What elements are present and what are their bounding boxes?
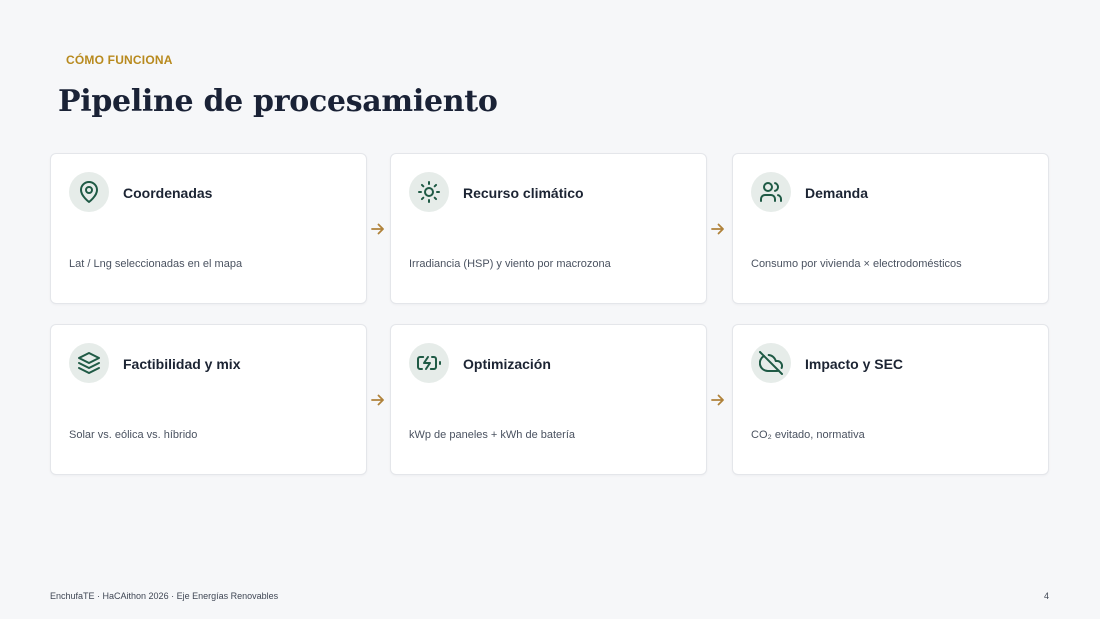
- step-description: Solar vs. eólica vs. híbrido: [69, 429, 198, 441]
- step-description: Irradiancia (HSP) y viento por macrozona: [409, 258, 611, 270]
- arrow-right-icon: [711, 394, 724, 406]
- cloud-off-icon: [751, 343, 791, 383]
- arrow-right-icon: [371, 394, 384, 406]
- step-card-factibilidad: Factibilidad y mix Solar vs. eólica vs. …: [50, 324, 367, 475]
- step-title: Factibilidad y mix: [123, 356, 241, 372]
- step-title: Demanda: [805, 185, 869, 201]
- step-description: kWp de paneles + kWh de batería: [409, 429, 576, 441]
- page-number: 4: [1044, 591, 1050, 601]
- step-description: CO₂ evitado, normativa: [751, 429, 865, 441]
- sun-icon: [409, 172, 449, 212]
- arrow-right-icon: [371, 223, 384, 235]
- step-card-coordenadas: Coordenadas Lat / Lng seleccionadas en e…: [50, 153, 367, 304]
- step-card-optimizacion: Optimización kWp de paneles + kWh de bat…: [390, 324, 707, 475]
- step-description: Consumo por vivienda × electrodomésticos: [751, 258, 962, 270]
- step-description: Lat / Lng seleccionadas en el mapa: [69, 258, 243, 270]
- step-title: Coordenadas: [123, 185, 213, 201]
- footer-text: EnchufaTE · HaCAithon 2026 · Eje Energía…: [50, 591, 279, 601]
- map-pin-icon: [69, 172, 109, 212]
- arrow-right-icon: [711, 223, 724, 235]
- users-icon: [751, 172, 791, 212]
- step-title: Optimización: [463, 356, 551, 372]
- step-title: Impacto y SEC: [805, 356, 904, 372]
- battery-charging-icon: [409, 343, 449, 383]
- eyebrow: CÓMO FUNCIONA: [66, 53, 173, 67]
- step-title: Recurso climático: [463, 185, 584, 201]
- step-card-recurso-climatico: Recurso climático Irradiancia (HSP) y vi…: [390, 153, 707, 304]
- page-title: Pipeline de procesamiento: [58, 84, 498, 119]
- step-card-demanda: Demanda Consumo por vivienda × electrodo…: [732, 153, 1049, 304]
- layers-icon: [69, 343, 109, 383]
- step-card-impacto: Impacto y SEC CO₂ evitado, normativa: [732, 324, 1049, 475]
